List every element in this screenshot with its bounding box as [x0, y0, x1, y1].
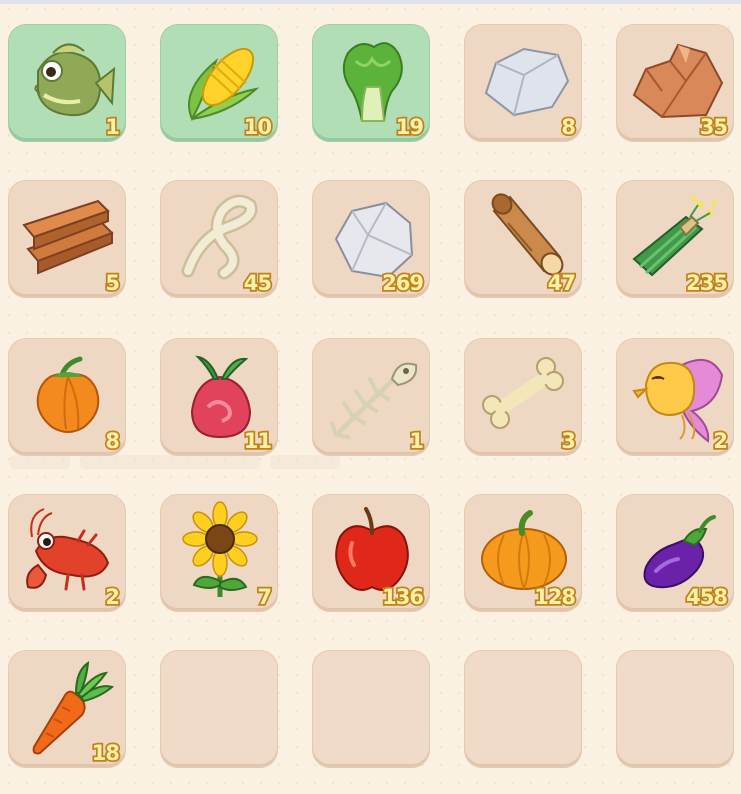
item-count: 235	[684, 269, 729, 297]
item-count: 2	[712, 427, 730, 455]
wood-plank-icon	[22, 199, 114, 275]
fish-icon	[34, 43, 116, 117]
item-count: 136	[380, 583, 425, 611]
item-count: 19	[394, 113, 426, 141]
inventory-slot-fiber[interactable]: 45	[160, 180, 278, 298]
inventory-slot-apple[interactable]: 136	[312, 494, 430, 612]
inventory-slot-pumpkin[interactable]: 128	[464, 494, 582, 612]
lobster-icon	[26, 508, 110, 591]
inventory-slot-lobster[interactable]: 2	[8, 494, 126, 612]
inventory-slot-bone[interactable]: 3	[464, 338, 582, 456]
inventory-slot-log[interactable]: 47	[464, 180, 582, 298]
item-count: 35	[698, 113, 730, 141]
inventory-grid: 1 10 19 8 35 5 45 269 47 235 8 11 1 3 2 …	[0, 0, 741, 794]
item-count: 5	[104, 269, 122, 297]
inventory-slot-rock[interactable]: 269	[312, 180, 430, 298]
item-count: 3	[560, 427, 578, 455]
item-count: 47	[546, 269, 578, 297]
inventory-slot-empty[interactable]	[160, 650, 278, 768]
orange-pepper-icon	[36, 356, 100, 433]
inventory-slot-lettuce[interactable]: 19	[312, 24, 430, 142]
inventory-slot-goldfish[interactable]: 2	[616, 338, 734, 456]
item-count: 2	[104, 583, 122, 611]
item-count: 11	[242, 427, 274, 455]
item-count: 269	[380, 269, 425, 297]
inventory-slot-copper-ore[interactable]: 35	[616, 24, 734, 142]
item-count: 7	[256, 583, 274, 611]
inventory-slot-empty[interactable]	[616, 650, 734, 768]
fish-bone-icon	[330, 362, 418, 439]
inventory-slot-empty[interactable]	[312, 650, 430, 768]
item-count: 1	[408, 427, 426, 455]
inventory-slot-eggplant[interactable]: 458	[616, 494, 734, 612]
item-count: 8	[560, 113, 578, 141]
inventory-slot-red-radish[interactable]: 11	[160, 338, 278, 456]
inventory-slot-sunflower[interactable]: 7	[160, 494, 278, 612]
item-count: 1	[104, 113, 122, 141]
inventory-slot-orange-pepper[interactable]: 8	[8, 338, 126, 456]
bone-icon	[482, 357, 564, 429]
inventory-slot-carrot[interactable]: 18	[8, 650, 126, 768]
inventory-slot-corn[interactable]: 10	[160, 24, 278, 142]
sunflower-icon	[182, 501, 258, 597]
item-count: 8	[104, 427, 122, 455]
item-count: 458	[684, 583, 729, 611]
inventory-slot-wood-plank[interactable]: 5	[8, 180, 126, 298]
item-count: 18	[90, 739, 122, 767]
inventory-slot-empty[interactable]	[464, 650, 582, 768]
item-count: 45	[242, 269, 274, 297]
item-count: 128	[532, 583, 577, 611]
inventory-slot-stone[interactable]: 8	[464, 24, 582, 142]
inventory-slot-herb-bundle[interactable]: 235	[616, 180, 734, 298]
item-count: 10	[242, 113, 274, 141]
inventory-slot-fish-bone[interactable]: 1	[312, 338, 430, 456]
goldfish-icon	[632, 358, 724, 443]
stone-icon	[484, 47, 570, 117]
inventory-slot-fish[interactable]: 1	[8, 24, 126, 142]
